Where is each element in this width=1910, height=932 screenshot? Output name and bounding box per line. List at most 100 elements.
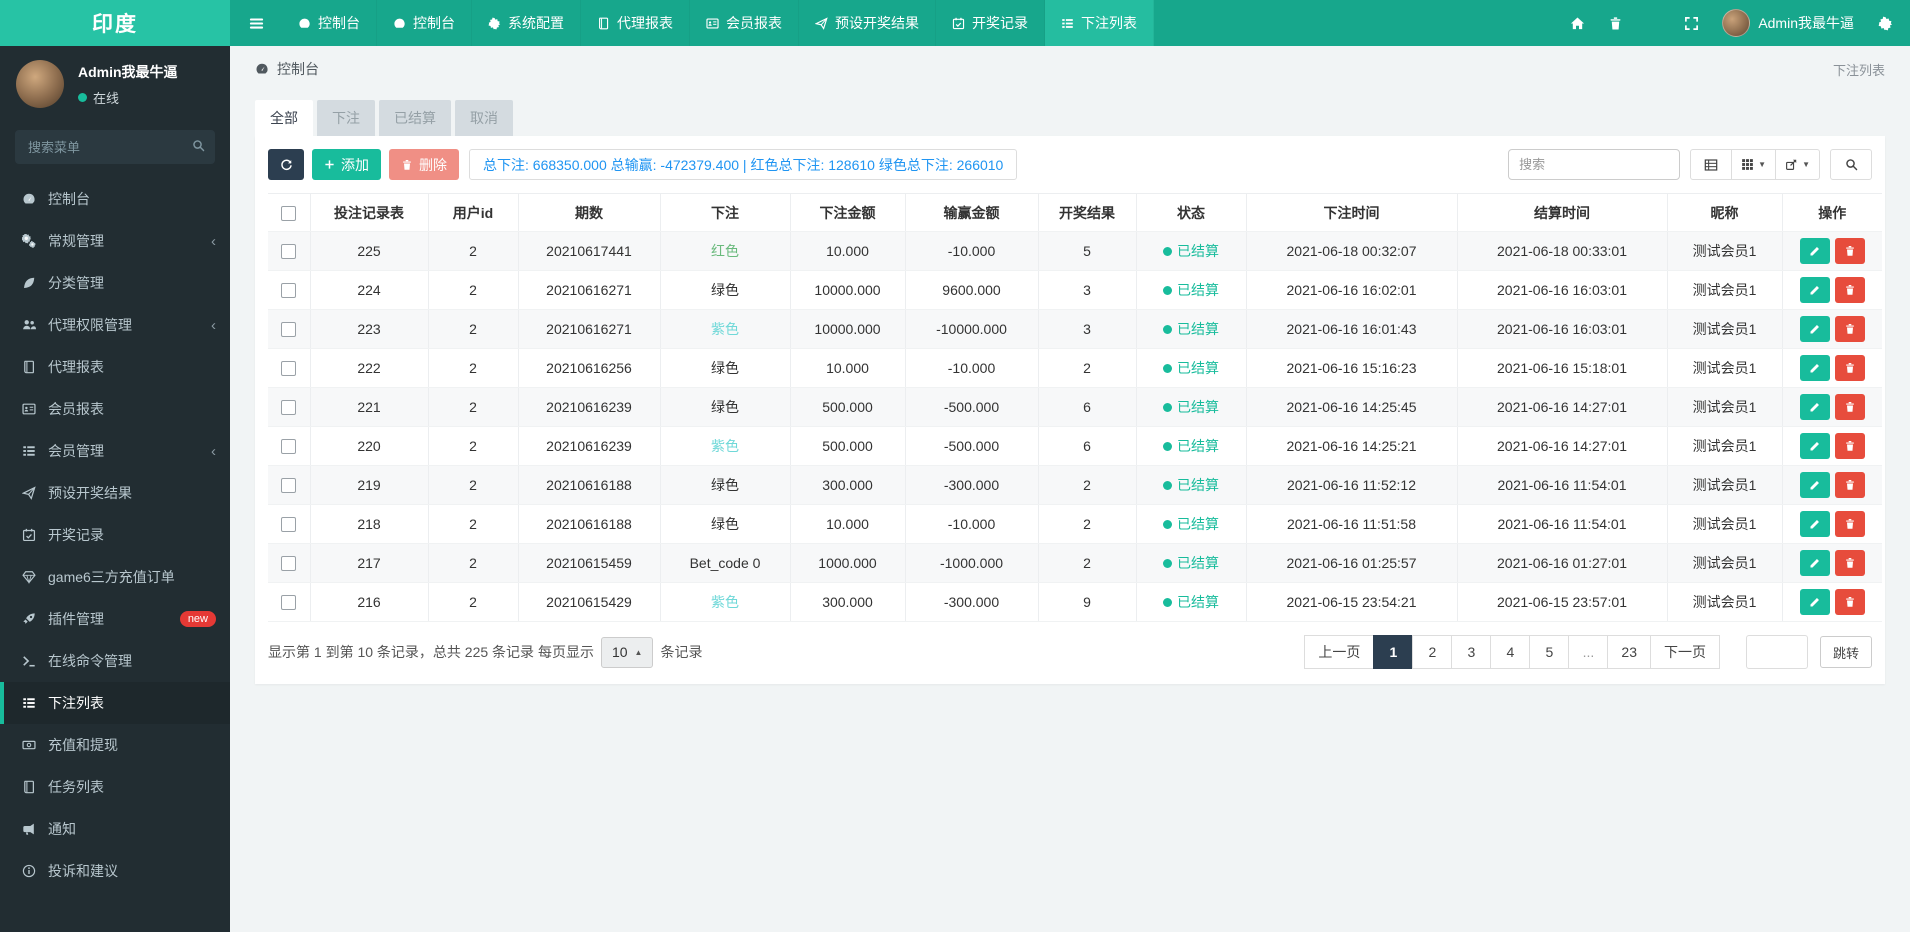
delete-row-button[interactable] — [1834, 433, 1865, 459]
tab-下注[interactable]: 下注 — [317, 100, 375, 136]
delete-row-button[interactable] — [1834, 511, 1865, 537]
cell-period: 20210616271 — [517, 270, 660, 310]
home-button[interactable] — [1558, 0, 1596, 46]
page-button-4[interactable]: 4 — [1490, 635, 1531, 669]
row-checkbox[interactable] — [281, 400, 297, 416]
edit-row-button[interactable] — [1799, 316, 1830, 342]
sidebar-item-在线命令管理[interactable]: 在线命令管理 — [0, 640, 230, 682]
row-checkbox[interactable] — [281, 322, 297, 338]
tab-已结算[interactable]: 已结算 — [379, 100, 451, 136]
jump-page-input[interactable] — [1745, 635, 1808, 669]
sidebar-item-开奖记录[interactable]: 开奖记录 — [0, 514, 230, 556]
sidebar-search-input[interactable] — [15, 130, 215, 164]
sidebar-item-控制台[interactable]: 控制台 — [0, 178, 230, 220]
cell-settle-time: 2021-06-16 01:27:01 — [1456, 543, 1667, 583]
edit-row-button[interactable] — [1799, 277, 1830, 303]
page-button-5[interactable]: 5 — [1529, 635, 1570, 669]
topbar-nav-会员报表[interactable]: 会员报表 — [690, 0, 799, 46]
jump-button[interactable]: 跳转 — [1819, 636, 1872, 668]
cell-record-id: 219 — [309, 465, 428, 505]
edit-row-button[interactable] — [1799, 355, 1830, 381]
sidebar-toggle-button[interactable] — [230, 0, 282, 46]
toggle-view-button[interactable] — [1690, 149, 1733, 180]
delete-row-button[interactable] — [1834, 355, 1865, 381]
page-button-2[interactable]: 2 — [1412, 635, 1453, 669]
chevron-left-icon: ‹ — [211, 316, 216, 334]
row-checkbox[interactable] — [281, 556, 297, 572]
sidebar-item-game6三方充值订单[interactable]: game6三方充值订单 — [0, 556, 230, 598]
refresh-button[interactable] — [1634, 0, 1672, 46]
topbar-nav-控制台[interactable]: 控制台 — [282, 0, 377, 46]
delete-row-button[interactable] — [1834, 472, 1865, 498]
sidebar-item-分类管理[interactable]: 分类管理 — [0, 262, 230, 304]
delete-row-button[interactable] — [1834, 550, 1865, 576]
topbar-user-menu[interactable]: Admin我最牛逼 — [1710, 9, 1866, 37]
page-button-23[interactable]: 23 — [1607, 635, 1651, 669]
page-button-上一页[interactable]: 上一页 — [1304, 635, 1375, 669]
row-checkbox[interactable] — [281, 439, 297, 455]
page-size-select[interactable]: 10 ▲ — [600, 636, 654, 668]
tab-取消[interactable]: 取消 — [455, 100, 513, 136]
edit-row-button[interactable] — [1799, 394, 1830, 420]
add-button[interactable]: 添加 — [312, 149, 381, 180]
sidebar-item-代理报表[interactable]: 代理报表 — [0, 346, 230, 388]
sidebar-item-通知[interactable]: 通知 — [0, 808, 230, 850]
sidebar-item-下注列表[interactable]: 下注列表 — [0, 682, 230, 724]
topbar-nav-预设开奖结果[interactable]: 预设开奖结果 — [799, 0, 936, 46]
delete-row-button[interactable] — [1834, 277, 1865, 303]
sidebar-item-投诉和建议[interactable]: 投诉和建议 — [0, 850, 230, 892]
page-button-1[interactable]: 1 — [1373, 635, 1414, 669]
delete-row-button[interactable] — [1834, 394, 1865, 420]
sidebar-item-代理权限管理[interactable]: 代理权限管理 ‹ — [0, 304, 230, 346]
expand-button[interactable] — [1672, 0, 1710, 46]
cell-win-lose: -10.000 — [904, 504, 1038, 544]
cell-record-id: 225 — [309, 231, 428, 271]
trash-icon — [1844, 479, 1856, 491]
edit-row-button[interactable] — [1799, 511, 1830, 537]
sidebar-item-会员管理[interactable]: 会员管理 ‹ — [0, 430, 230, 472]
sidebar-item-常规管理[interactable]: 常规管理 ‹ — [0, 220, 230, 262]
page-button-下一页[interactable]: 下一页 — [1649, 635, 1720, 669]
table-search-input[interactable] — [1508, 149, 1681, 180]
row-checkbox[interactable] — [281, 244, 297, 260]
row-checkbox[interactable] — [281, 595, 297, 611]
row-checkbox[interactable] — [281, 283, 297, 299]
settings-button[interactable] — [1866, 0, 1904, 46]
columns-button[interactable]: ▼ — [1732, 149, 1777, 180]
advanced-search-button[interactable] — [1830, 149, 1872, 180]
sidebar-item-任务列表[interactable]: 任务列表 — [0, 766, 230, 808]
breadcrumb[interactable]: 控制台 — [255, 59, 319, 79]
refresh-button[interactable] — [268, 149, 304, 180]
pencil-icon — [1809, 362, 1821, 374]
cell-bet-amount: 500.000 — [789, 426, 905, 466]
avatar — [1722, 9, 1751, 37]
topbar-nav-控制台[interactable]: 控制台 — [377, 0, 472, 46]
delete-row-button[interactable] — [1834, 589, 1865, 615]
delete-row-button[interactable] — [1834, 238, 1865, 264]
sidebar-item-预设开奖结果[interactable]: 预设开奖结果 — [0, 472, 230, 514]
sidebar-item-插件管理[interactable]: 插件管理 new — [0, 598, 230, 640]
info-icon — [22, 864, 36, 878]
edit-row-button[interactable] — [1799, 433, 1830, 459]
tab-全部[interactable]: 全部 — [255, 100, 313, 136]
export-button[interactable]: ▼ — [1776, 149, 1820, 180]
row-checkbox[interactable] — [281, 361, 297, 377]
delete-button[interactable]: 删除 — [389, 149, 459, 180]
topbar-nav-开奖记录[interactable]: 开奖记录 — [936, 0, 1045, 46]
page-button-3[interactable]: 3 — [1451, 635, 1492, 669]
edit-row-button[interactable] — [1799, 238, 1830, 264]
row-checkbox[interactable] — [281, 517, 297, 533]
edit-row-button[interactable] — [1799, 589, 1830, 615]
topbar-nav-代理报表[interactable]: 代理报表 — [581, 0, 690, 46]
topbar-nav-下注列表[interactable]: 下注列表 — [1045, 0, 1154, 46]
sidebar-item-会员报表[interactable]: 会员报表 — [0, 388, 230, 430]
row-checkbox[interactable] — [281, 478, 297, 494]
sidebar-item-充值和提现[interactable]: 充值和提现 — [0, 724, 230, 766]
delete-row-button[interactable] — [1834, 316, 1865, 342]
trash-button[interactable] — [1596, 0, 1634, 46]
pencil-icon — [1809, 518, 1821, 530]
edit-row-button[interactable] — [1799, 550, 1830, 576]
topbar-nav-系统配置[interactable]: 系统配置 — [472, 0, 581, 46]
select-all-checkbox[interactable] — [281, 205, 297, 221]
edit-row-button[interactable] — [1799, 472, 1830, 498]
